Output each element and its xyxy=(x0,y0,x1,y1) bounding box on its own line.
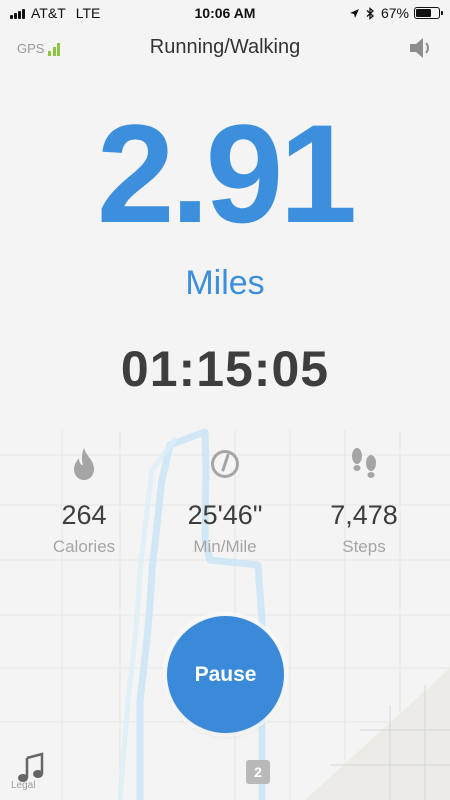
battery-percent: 67% xyxy=(380,5,409,21)
steps-stat: 7,478 Steps xyxy=(289,446,439,557)
elapsed-time: 01:15:05 xyxy=(120,341,330,397)
battery-icon xyxy=(414,7,443,19)
pace-stat: 25'46" Min/Mile xyxy=(150,446,300,557)
speedometer-icon xyxy=(211,450,239,478)
steps-label: Steps xyxy=(342,537,386,556)
pace-label: Min/Mile xyxy=(193,537,257,556)
bluetooth-icon xyxy=(366,6,374,20)
status-bar: AT&T LTE 10:06 AM 67% xyxy=(0,0,450,26)
calories-label: Calories xyxy=(52,537,116,556)
activity-title: Running/Walking xyxy=(149,36,301,58)
pause-button[interactable]: Pause xyxy=(167,616,284,733)
map-marker-badge[interactable]: 2 xyxy=(246,760,270,784)
distance-value: 2.91 xyxy=(96,95,357,252)
calories-value: 264 xyxy=(61,500,107,530)
footprints-icon xyxy=(352,448,376,478)
location-arrow-icon xyxy=(349,8,359,18)
pace-value: 25'46" xyxy=(187,500,263,530)
steps-value: 7,478 xyxy=(330,500,398,530)
distance-unit: Miles xyxy=(185,264,265,302)
speaker-icon[interactable] xyxy=(408,36,434,60)
calories-stat: 264 Calories xyxy=(9,446,159,557)
legal-link[interactable]: Legal xyxy=(11,780,35,791)
flame-icon xyxy=(74,448,94,480)
